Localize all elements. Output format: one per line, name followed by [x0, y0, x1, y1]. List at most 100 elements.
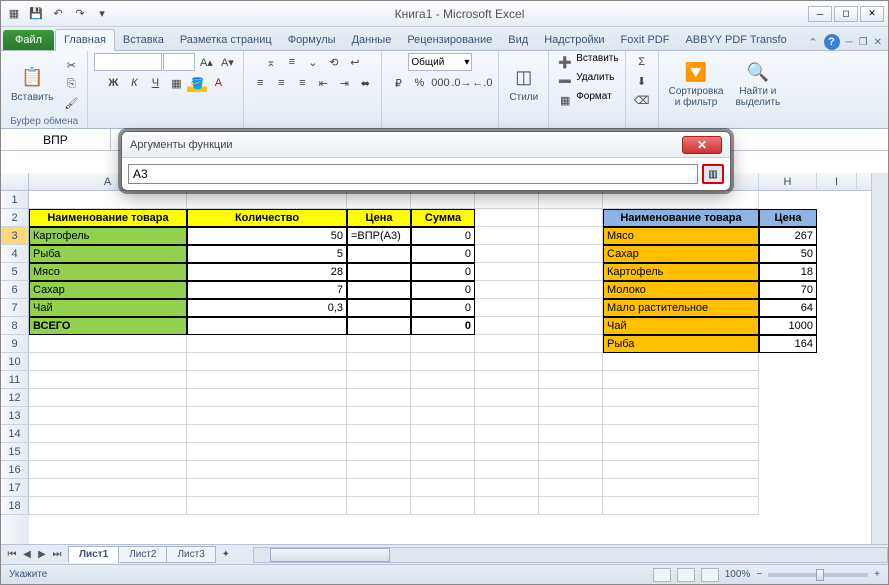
cell-B5[interactable]: 28	[187, 263, 347, 281]
cell-E5[interactable]	[475, 263, 539, 281]
cell-C18[interactable]	[347, 497, 411, 515]
maximize-button[interactable]: ◻	[834, 6, 858, 22]
cell-C6[interactable]	[347, 281, 411, 299]
cell-C8[interactable]	[347, 317, 411, 335]
align-right-icon[interactable]: ≡	[292, 74, 312, 92]
cell-F13[interactable]	[539, 407, 603, 425]
cell-F14[interactable]	[539, 425, 603, 443]
cell-D13[interactable]	[411, 407, 475, 425]
cell-G11[interactable]	[603, 371, 759, 389]
dialog-titlebar[interactable]: Аргументы функции ✕	[122, 132, 730, 158]
cell-D11[interactable]	[411, 371, 475, 389]
align-left-icon[interactable]: ≡	[250, 74, 270, 92]
cell-B9[interactable]	[187, 335, 347, 353]
cell-F2[interactable]	[539, 209, 603, 227]
merge-icon[interactable]: ⬌	[355, 74, 375, 92]
cell-H5[interactable]: 18	[759, 263, 817, 281]
expand-dialog-button[interactable]: ▥	[702, 164, 724, 184]
cell-C1[interactable]	[347, 191, 411, 209]
cell-C2[interactable]: Цена	[347, 209, 411, 227]
cell-G2[interactable]: Наименование товара	[603, 209, 759, 227]
cell-A10[interactable]	[29, 353, 187, 371]
cell-A4[interactable]: Рыба	[29, 245, 187, 263]
row-header-10[interactable]: 10	[1, 353, 29, 371]
tab-home[interactable]: Главная	[55, 29, 115, 51]
autosum-icon[interactable]: Σ	[632, 53, 652, 71]
row-header-4[interactable]: 4	[1, 245, 29, 263]
cell-E15[interactable]	[475, 443, 539, 461]
cell-G15[interactable]	[603, 443, 759, 461]
workbook-minimize-icon[interactable]: ─	[846, 37, 853, 48]
align-bottom-icon[interactable]: ⌄	[303, 53, 323, 71]
zoom-slider[interactable]	[768, 573, 868, 577]
cell-B3[interactable]: 50	[187, 227, 347, 245]
save-icon[interactable]: 💾	[27, 5, 45, 23]
cell-A3[interactable]: Картофель	[29, 227, 187, 245]
tab-data[interactable]: Данные	[344, 30, 400, 50]
cell-E9[interactable]	[475, 335, 539, 353]
cell-C10[interactable]	[347, 353, 411, 371]
decrease-font-icon[interactable]: A▾	[217, 53, 237, 71]
cell-D10[interactable]	[411, 353, 475, 371]
workbook-restore-icon[interactable]: ❐	[859, 37, 868, 48]
cells-area[interactable]: Наименование товараКоличествоЦенаСуммаКа…	[29, 191, 888, 544]
page-break-view-icon[interactable]	[701, 568, 719, 582]
row-header-15[interactable]: 15	[1, 443, 29, 461]
cell-H4[interactable]: 50	[759, 245, 817, 263]
bold-icon[interactable]: Ж	[103, 74, 123, 92]
row-header-18[interactable]: 18	[1, 497, 29, 515]
tab-insert[interactable]: Вставка	[115, 30, 172, 50]
sheet-tab-1[interactable]: Лист1	[68, 546, 119, 563]
paste-button[interactable]: 📋 Вставить	[7, 64, 57, 105]
row-header-1[interactable]: 1	[1, 191, 29, 209]
increase-font-icon[interactable]: A▴	[196, 53, 216, 71]
cell-G9[interactable]: Рыба	[603, 335, 759, 353]
font-color-icon[interactable]: A	[208, 74, 228, 92]
cell-A14[interactable]	[29, 425, 187, 443]
cell-B8[interactable]	[187, 317, 347, 335]
cell-C11[interactable]	[347, 371, 411, 389]
styles-button[interactable]: ◫ Стили	[505, 64, 542, 105]
cell-H7[interactable]: 64	[759, 299, 817, 317]
comma-icon[interactable]: 000	[430, 74, 450, 92]
row-header-16[interactable]: 16	[1, 461, 29, 479]
cell-G18[interactable]	[603, 497, 759, 515]
tab-page-layout[interactable]: Разметка страниц	[172, 30, 280, 50]
clear-icon[interactable]: ⌫	[632, 91, 652, 109]
tab-addins[interactable]: Надстройки	[536, 30, 612, 50]
cell-D6[interactable]: 0	[411, 281, 475, 299]
increase-decimal-icon[interactable]: .0→	[451, 74, 471, 92]
undo-icon[interactable]: ↶	[49, 5, 67, 23]
cell-H3[interactable]: 267	[759, 227, 817, 245]
row-header-3[interactable]: 3	[1, 227, 29, 245]
cell-E4[interactable]	[475, 245, 539, 263]
file-tab[interactable]: Файл	[3, 30, 54, 50]
cell-D15[interactable]	[411, 443, 475, 461]
cell-A1[interactable]	[29, 191, 187, 209]
format-painter-icon[interactable]: 🖌	[61, 94, 81, 112]
row-header-17[interactable]: 17	[1, 479, 29, 497]
cell-D1[interactable]	[411, 191, 475, 209]
normal-view-icon[interactable]	[653, 568, 671, 582]
sheet-nav-next-icon[interactable]: ▶	[35, 548, 49, 562]
cell-E16[interactable]	[475, 461, 539, 479]
redo-icon[interactable]: ↷	[71, 5, 89, 23]
cell-G6[interactable]: Молоко	[603, 281, 759, 299]
cell-B13[interactable]	[187, 407, 347, 425]
cell-G4[interactable]: Сахар	[603, 245, 759, 263]
cell-A18[interactable]	[29, 497, 187, 515]
cell-H9[interactable]: 164	[759, 335, 817, 353]
cell-C9[interactable]	[347, 335, 411, 353]
fill-color-icon[interactable]: 🪣	[187, 74, 207, 92]
sort-filter-button[interactable]: 🔽 Сортировка и фильтр	[665, 58, 728, 110]
cell-E3[interactable]	[475, 227, 539, 245]
cell-G5[interactable]: Картофель	[603, 263, 759, 281]
cell-E11[interactable]	[475, 371, 539, 389]
align-middle-icon[interactable]: ≡	[282, 53, 302, 71]
cell-B18[interactable]	[187, 497, 347, 515]
cell-D5[interactable]: 0	[411, 263, 475, 281]
italic-icon[interactable]: К	[124, 74, 144, 92]
font-combo[interactable]	[94, 53, 162, 71]
row-header-14[interactable]: 14	[1, 425, 29, 443]
cell-F7[interactable]	[539, 299, 603, 317]
